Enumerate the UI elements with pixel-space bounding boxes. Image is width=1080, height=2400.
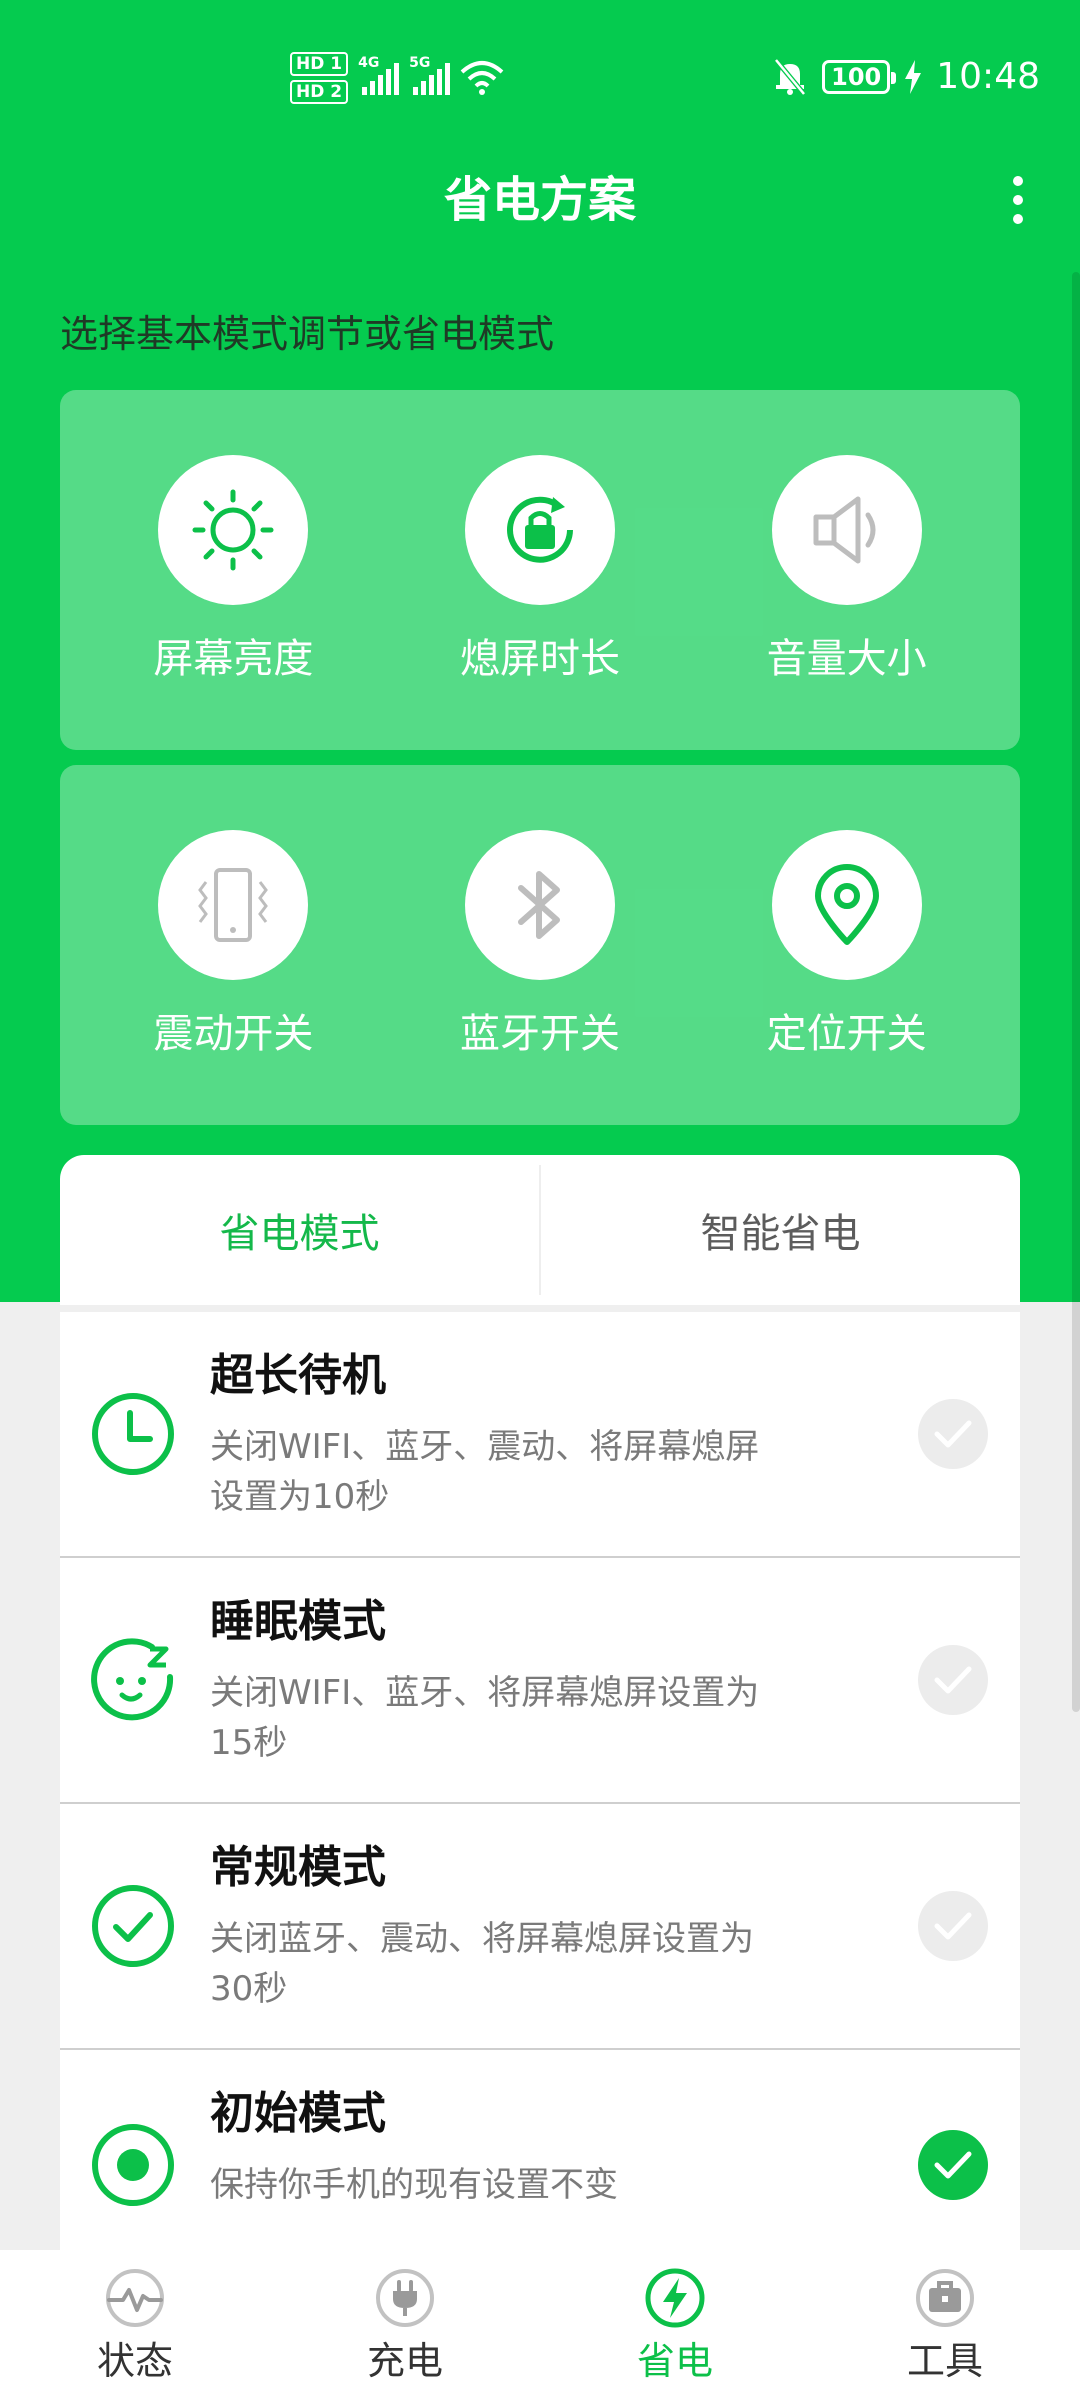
mode-title: 常规模式 bbox=[210, 1842, 386, 1893]
check-circle-icon bbox=[92, 1885, 174, 1967]
nav-label: 省电 bbox=[636, 2339, 713, 2383]
nav-item-status[interactable]: 状态 bbox=[35, 2266, 235, 2384]
screen-timeout-button[interactable]: 熄屏时长 bbox=[390, 455, 690, 685]
nav-item-charging[interactable]: 充电 bbox=[305, 2266, 505, 2384]
mode-select-check[interactable] bbox=[918, 1645, 988, 1715]
check-icon bbox=[934, 1420, 972, 1448]
more-dot-icon bbox=[1013, 214, 1023, 224]
plug-icon bbox=[376, 2269, 434, 2327]
nav-label: 充电 bbox=[366, 2339, 443, 2383]
scrollbar[interactable] bbox=[1072, 272, 1080, 1712]
mode-description: 关闭WIFI、蓝牙、将屏幕熄屏设置为15秒 bbox=[210, 1673, 760, 1763]
signal-5g-icon: 5G bbox=[409, 55, 451, 95]
clock-time: 10:48 bbox=[936, 56, 1040, 97]
check-icon bbox=[934, 1666, 972, 1694]
charging-icon bbox=[905, 59, 922, 94]
tab-smart-power-saving[interactable]: 智能省电 bbox=[541, 1155, 1020, 1305]
net1-label: 4G bbox=[358, 55, 380, 71]
radio-dot-icon bbox=[92, 2124, 174, 2206]
mode-tabs: 省电模式 智能省电 bbox=[60, 1155, 1020, 1305]
net2-label: 5G bbox=[409, 55, 431, 71]
nav-label: 工具 bbox=[906, 2339, 983, 2383]
location-label: 定位开关 bbox=[766, 1011, 927, 1057]
mode-title: 睡眠模式 bbox=[210, 1596, 386, 1647]
brightness-button[interactable]: 屏幕亮度 bbox=[83, 455, 383, 685]
mode-title: 初始模式 bbox=[210, 2088, 386, 2139]
quick-settings-panel-2: 震动开关 蓝牙开关 定位开关 bbox=[60, 765, 1020, 1125]
nav-item-power-saving[interactable]: 省电 bbox=[575, 2266, 775, 2384]
location-toggle[interactable]: 定位开关 bbox=[697, 830, 997, 1060]
hd-indicators: HD 1 HD 2 bbox=[290, 52, 349, 104]
volume-label: 音量大小 bbox=[766, 636, 927, 682]
status-right: 100 10:48 bbox=[772, 56, 1040, 97]
quick-settings-panel-1: 屏幕亮度 熄屏时长 音量大小 bbox=[60, 390, 1020, 750]
bolt-icon bbox=[645, 2268, 705, 2328]
bell-muted-icon bbox=[774, 57, 807, 96]
tab-power-saving-mode[interactable]: 省电模式 bbox=[60, 1155, 539, 1305]
mode-item-normal[interactable]: 常规模式 关闭蓝牙、震动、将屏幕熄屏设置为30秒 bbox=[60, 1804, 1020, 2050]
page-title: 省电方案 bbox=[443, 172, 636, 228]
vibrate-toggle[interactable]: 震动开关 bbox=[83, 830, 383, 1060]
wifi-icon bbox=[460, 61, 504, 95]
bottom-navigation: 状态 充电 省电 工具 bbox=[0, 2250, 1080, 2400]
nav-item-tools[interactable]: 工具 bbox=[845, 2266, 1045, 2384]
more-dot-icon bbox=[1013, 195, 1023, 205]
mode-select-check-selected[interactable] bbox=[918, 2130, 988, 2200]
location-icon bbox=[771, 830, 922, 980]
section-subtitle: 选择基本模式调节或省电模式 bbox=[60, 312, 555, 356]
status-bar: HD 1 HD 2 4G 5G 100 10:48 bbox=[0, 0, 1080, 160]
check-icon bbox=[934, 1912, 972, 1940]
screen-timeout-label: 熄屏时长 bbox=[459, 636, 620, 682]
nav-label: 状态 bbox=[96, 2339, 173, 2383]
mode-description: 关闭WIFI、蓝牙、震动、将屏幕熄屏设置为10秒 bbox=[210, 1427, 760, 1517]
vibrate-label: 震动开关 bbox=[153, 1011, 314, 1057]
signal-4g-icon: 4G bbox=[358, 55, 400, 95]
check-icon bbox=[934, 2151, 972, 2179]
sun-icon bbox=[158, 455, 309, 605]
mode-description: 保持你手机的现有设置不变 bbox=[210, 2165, 618, 2205]
hd2-badge: HD 2 bbox=[290, 80, 349, 104]
pulse-icon bbox=[106, 2269, 164, 2327]
more-dot-icon bbox=[1013, 176, 1023, 186]
clock-icon bbox=[92, 1393, 174, 1475]
bluetooth-icon bbox=[464, 830, 615, 980]
mode-item-initial[interactable]: 初始模式 保持你手机的现有设置不变 bbox=[60, 2050, 1020, 2280]
mode-item-sleep[interactable]: 睡眠模式 关闭WIFI、蓝牙、将屏幕熄屏设置为15秒 bbox=[60, 1558, 1020, 1804]
brightness-label: 屏幕亮度 bbox=[153, 636, 314, 682]
hd1-badge: HD 1 bbox=[290, 52, 349, 76]
mode-title: 超长待机 bbox=[210, 1350, 386, 1401]
bluetooth-toggle[interactable]: 蓝牙开关 bbox=[390, 830, 690, 1060]
more-options-button[interactable] bbox=[996, 170, 1040, 230]
mode-list: 超长待机 关闭WIFI、蓝牙、震动、将屏幕熄屏设置为10秒 睡眠模式 关闭WIF… bbox=[60, 1312, 1020, 2280]
speaker-icon bbox=[771, 455, 922, 605]
bluetooth-label: 蓝牙开关 bbox=[459, 1011, 620, 1057]
screen-lock-icon bbox=[464, 455, 615, 605]
mode-description: 关闭蓝牙、震动、将屏幕熄屏设置为30秒 bbox=[210, 1919, 754, 2009]
volume-button[interactable]: 音量大小 bbox=[697, 455, 997, 685]
mode-select-check[interactable] bbox=[918, 1399, 988, 1469]
sleep-face-icon bbox=[91, 1638, 174, 1721]
battery-indicator: 100 bbox=[822, 59, 897, 94]
mode-select-check[interactable] bbox=[918, 1891, 988, 1961]
network-indicators: HD 1 HD 2 4G 5G bbox=[290, 48, 504, 108]
vibrate-icon bbox=[158, 830, 309, 980]
mode-item-ultra-standby[interactable]: 超长待机 关闭WIFI、蓝牙、震动、将屏幕熄屏设置为10秒 bbox=[60, 1312, 1020, 1558]
toolbox-icon bbox=[916, 2269, 974, 2327]
